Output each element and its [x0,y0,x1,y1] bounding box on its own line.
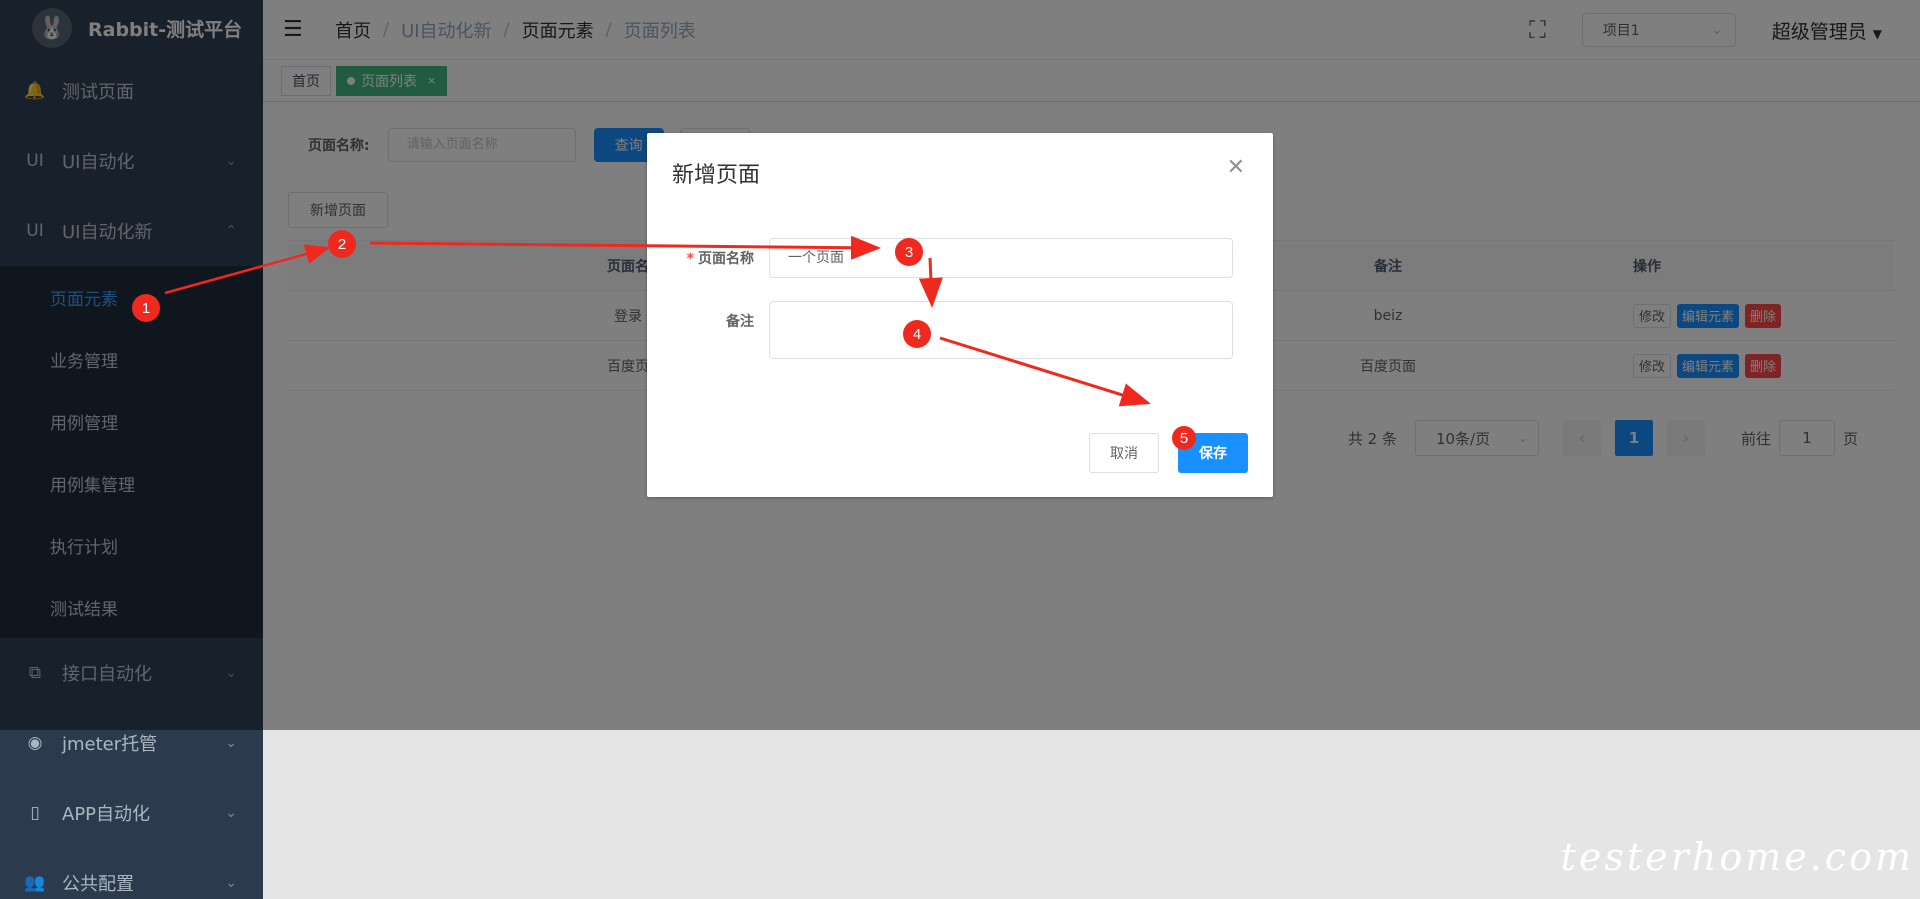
annotation-marker: 1 [132,294,160,322]
annotation-marker: 4 [903,320,931,348]
form-label: * 页面名称 [647,248,769,268]
cancel-button[interactable]: 取消 [1089,433,1159,473]
annotation-marker: 5 [1172,426,1196,450]
watermark: testerhome.com [1560,835,1914,879]
note-textarea[interactable] [769,301,1233,359]
form-label-text: 页面名称 [698,251,754,267]
page-name-input[interactable]: 一个页面 [769,238,1233,278]
annotation-marker: 2 [328,230,356,258]
required-mark: * [686,251,694,267]
close-icon[interactable]: ✕ [1227,155,1245,180]
annotation-marker: 3 [895,238,923,266]
dialog-title: 新增页面 [672,163,761,188]
form-row-name: * 页面名称 一个页面 [647,238,1233,278]
form-label-text: 备注 [726,314,754,330]
form-row-note: 备注 [647,301,1233,359]
